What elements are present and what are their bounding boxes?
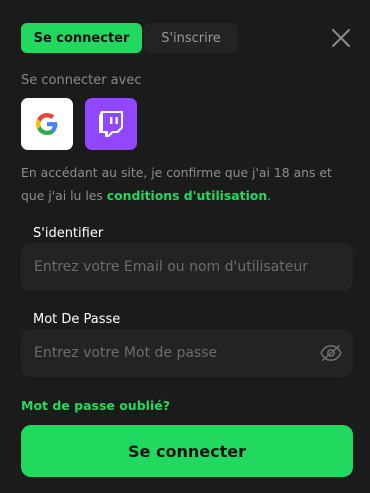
password-label: Mot De Passe bbox=[33, 312, 121, 327]
social-login-label: Se connecter avec bbox=[21, 73, 142, 88]
identifier-input[interactable] bbox=[21, 243, 353, 291]
close-icon[interactable] bbox=[331, 28, 351, 48]
identifier-label: S'identifier bbox=[33, 226, 104, 241]
login-submit-button[interactable]: Se connecter bbox=[21, 425, 353, 477]
terms-suffix: . bbox=[267, 188, 272, 203]
twitch-icon bbox=[99, 111, 123, 137]
terms-notice: En accédant au site, je confirme que j'a… bbox=[21, 161, 357, 207]
tab-login[interactable]: Se connecter bbox=[21, 23, 142, 53]
identifier-field-wrap bbox=[21, 243, 353, 291]
auth-tabs: Se connecter S'inscrire bbox=[21, 23, 238, 53]
tab-register[interactable]: S'inscrire bbox=[144, 23, 238, 53]
forgot-password-link[interactable]: Mot de passe oublié? bbox=[21, 398, 170, 413]
google-icon bbox=[36, 113, 58, 135]
password-field-wrap bbox=[21, 329, 353, 377]
eye-off-icon[interactable] bbox=[320, 344, 342, 362]
google-login-button[interactable] bbox=[21, 98, 73, 150]
terms-link[interactable]: conditions d'utilisation bbox=[107, 188, 267, 203]
twitch-login-button[interactable] bbox=[85, 98, 137, 150]
password-input[interactable] bbox=[21, 329, 353, 377]
